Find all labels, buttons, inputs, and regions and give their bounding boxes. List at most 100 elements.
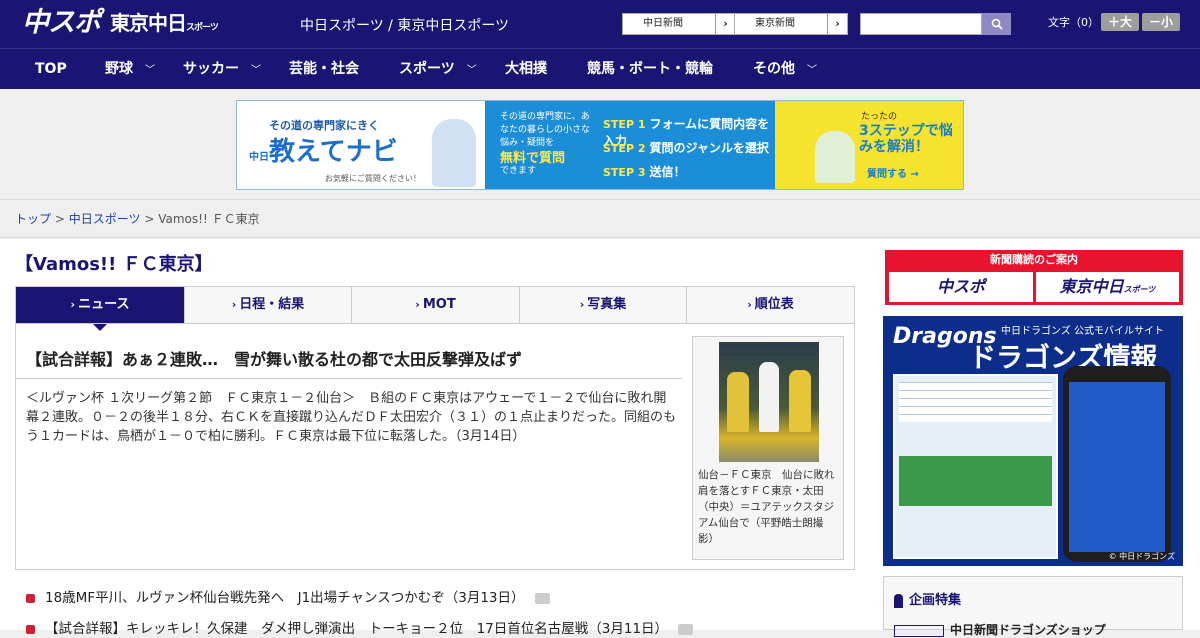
- baseball-field-graphic: [899, 456, 1052, 506]
- chunichi-shimbun-link[interactable]: 中日新聞 ›: [622, 13, 736, 35]
- nav-label: TOP: [35, 61, 67, 77]
- banner-mid-highlight: 無料で質問: [500, 151, 566, 166]
- search-icon: [991, 18, 1003, 30]
- subscription-header: 新聞購読のご案内: [990, 253, 1078, 266]
- player-figure: [759, 362, 779, 432]
- chevron-right-icon: ›: [827, 14, 847, 34]
- chevron-down-icon: ﹀: [251, 65, 261, 76]
- subscribe-tokyo-button[interactable]: 東京中日スポーツ: [1036, 272, 1179, 302]
- page-title: 【Vamos!! ＦＣ東京】: [15, 254, 213, 275]
- photo-caption: 仙台－ＦＣ東京 仙台に敗れ肩を落とすＦＣ東京・太田（中央）＝ユアテックスタジアム…: [698, 469, 835, 545]
- nav-label: サッカー: [183, 61, 239, 77]
- tab-label: MOT: [422, 297, 456, 312]
- nav-item-top[interactable]: TOP: [35, 49, 67, 89]
- section-tabs: › ニュース › 日程・結果 › MOT › 写真集 › 順位表: [15, 286, 855, 324]
- tab-photos[interactable]: › 写真集: [520, 287, 687, 323]
- tokyo-logo-text: 東京中日: [110, 11, 187, 35]
- nav-item-sports[interactable]: スポーツ ﹀: [399, 49, 477, 89]
- player-figure: [789, 370, 811, 432]
- list-item[interactable]: 18歳MF平川、ルヴァン杯仙台戦先発へ J1出場チャンスつかむぞ（3月13日）: [26, 586, 550, 606]
- nav-item-sumo[interactable]: 大相撲: [505, 49, 547, 89]
- chevron-right-icon: ›: [747, 298, 752, 311]
- feature-header: 企画特集: [894, 589, 961, 608]
- chevron-down-icon: ﹀: [145, 65, 155, 76]
- banner-brand: 中日教えてナビ: [249, 131, 398, 168]
- tokyo-chunichi-logo[interactable]: 東京中日スポーツ: [110, 6, 219, 40]
- font-smaller-button[interactable]: －小: [1142, 13, 1180, 31]
- chuspo-logo[interactable]: 中スポ: [22, 6, 101, 40]
- pin-icon: [894, 593, 903, 608]
- article-body: ＜ルヴァン杯 １次リーグ第２節 ＦＣ東京１－２仙台＞ Ｂ組のＦＣ東京はアウェーで…: [26, 391, 677, 444]
- tab-news[interactable]: › ニュース: [16, 287, 185, 323]
- banner-mid-text: その道の専門家に、あなたの暮らしの小さな悩み・疑問を 無料で質問 できます: [500, 111, 595, 178]
- chevron-right-icon: ›: [70, 298, 76, 311]
- banner-mid-copy: その道の専門家に、あなたの暮らしの小さな悩み・疑問を: [500, 112, 591, 148]
- camera-icon: [678, 623, 694, 635]
- list-item[interactable]: 【試合詳報】キレッキレ！久保建 ダメ押し弾演出 トーキョー２位 17日首位名古屋…: [26, 617, 694, 637]
- subscription-banner[interactable]: 新聞購読のご案内 中スポ 東京中日スポーツ: [885, 250, 1183, 305]
- chevron-down-icon: ﹀: [466, 65, 477, 76]
- breadcrumb-current: Vamos!! ＦＣ東京: [158, 212, 260, 226]
- oshiete-navi-banner[interactable]: その道の専門家にきく 中日教えてナビ お気軽にご質問ください！ その道の専門家に…: [236, 100, 964, 190]
- tab-label: 写真集: [587, 297, 627, 312]
- tokyo-shimbun-link[interactable]: 東京新聞 ›: [734, 13, 848, 35]
- article-title[interactable]: 【試合詳報】あぁ２連敗… 雪が舞い散る杜の都で太田反撃弾及ばず: [26, 346, 522, 370]
- phone-screen: [1069, 382, 1165, 552]
- chevron-right-icon: ›: [415, 298, 420, 311]
- nav-label: その他: [753, 61, 795, 77]
- smartphone-graphic: [1063, 366, 1171, 562]
- banner-right-main: 3ステップで悩みを解消！: [859, 123, 953, 155]
- tokyo-logo-small: スポーツ: [186, 23, 219, 33]
- banner-right-small: たったの: [861, 112, 898, 122]
- nav-item-racing[interactable]: 競馬・ボート・競輪: [587, 49, 713, 89]
- banner-brand-main: 教えてナビ: [269, 137, 398, 167]
- banner-cta-small: お気軽にご質問ください！: [325, 174, 421, 183]
- banner-brand-small: 中日: [249, 152, 269, 163]
- feature-item-label: 中日新聞ドラゴンズショップ: [950, 623, 1106, 637]
- breadcrumb-separator: >: [144, 212, 155, 226]
- banner-question-button[interactable]: 質問する →: [867, 165, 919, 180]
- nav-item-other[interactable]: その他 ﹀: [753, 49, 817, 89]
- nav-label: 大相撲: [505, 61, 547, 77]
- nav-item-baseball[interactable]: 野球 ﹀: [105, 49, 155, 89]
- nav-item-entertainment[interactable]: 芸能・社会: [289, 49, 359, 89]
- font-larger-button[interactable]: ＋大: [1101, 13, 1139, 31]
- list-item-text: 18歳MF平川、ルヴァン杯仙台戦先発へ J1出場チャンスつかむぞ（3月13日）: [45, 590, 525, 606]
- tab-label: 日程・結果: [239, 297, 305, 312]
- chunichi-shimbun-label: 中日新聞: [643, 18, 683, 29]
- breadcrumb-home[interactable]: トップ: [15, 212, 51, 226]
- search-input[interactable]: [860, 13, 982, 35]
- dragons-subtitle: 中日ドラゴンズ 公式モバイルサイト: [1001, 326, 1164, 337]
- app-screenshot: [893, 374, 1058, 559]
- site-title: 中日スポーツ / 東京中日スポーツ: [300, 18, 510, 34]
- person-laptop-illustration: [815, 131, 855, 183]
- chevron-down-icon: ﹀: [807, 65, 817, 76]
- chevron-right-icon: ›: [579, 298, 585, 311]
- step-number: STEP 3: [603, 166, 646, 179]
- bullet-icon: [26, 624, 35, 634]
- title-divider: [16, 378, 682, 379]
- nav-label: 野球: [105, 61, 133, 77]
- article-photo-box[interactable]: 仙台－ＦＣ東京 仙台に敗れ肩を落とすＦＣ東京・太田（中央）＝ユアテックスタジアム…: [692, 336, 844, 560]
- tab-label: ニュース: [78, 297, 130, 312]
- tab-standings[interactable]: › 順位表: [687, 287, 854, 323]
- step-text: 質問のジャンルを選択: [649, 141, 769, 155]
- chevron-right-icon: ›: [715, 14, 735, 34]
- breadcrumb-separator: >: [54, 212, 65, 226]
- article-photo[interactable]: [719, 342, 819, 462]
- breadcrumb-parent[interactable]: 中日スポーツ: [69, 212, 141, 226]
- tab-mot[interactable]: › MOT: [352, 287, 520, 323]
- tab-schedule[interactable]: › 日程・結果: [185, 287, 352, 323]
- nav-label: 芸能・社会: [289, 61, 359, 77]
- step-number: STEP 1: [603, 118, 646, 131]
- bullet-icon: [26, 593, 35, 603]
- subscribe-chuspo-button[interactable]: 中スポ: [889, 272, 1033, 302]
- subscribe-tokyo-small: スポーツ: [1123, 285, 1156, 294]
- player-figure: [727, 372, 749, 432]
- nav-item-soccer[interactable]: サッカー ﹀: [183, 49, 261, 89]
- shop-logo-icon: [894, 624, 944, 637]
- dragons-mobile-banner[interactable]: Dragons 中日ドラゴンズ 公式モバイルサイト ドラゴンズ情報 © 中日ドラ…: [883, 316, 1183, 566]
- search-button[interactable]: [982, 13, 1011, 35]
- banner-steps: STEP 1 フォームに質問内容を入力 STEP 2 質問のジャンルを選択 STEP…: [595, 101, 775, 189]
- banner-step-3: STEP 3 送信！: [603, 163, 686, 180]
